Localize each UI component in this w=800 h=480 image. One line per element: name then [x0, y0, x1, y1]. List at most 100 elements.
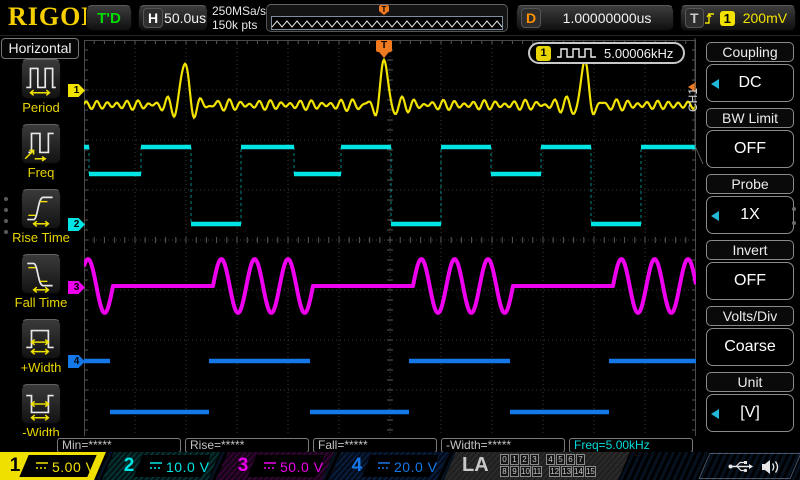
- trigger-position-marker[interactable]: T: [376, 40, 392, 52]
- menu-scroll-dot: [4, 219, 8, 223]
- channel-1-marker[interactable]: 1: [68, 84, 85, 97]
- invert-value: OFF: [734, 272, 766, 290]
- left-measure-menu: Horizontal Period F: [0, 36, 82, 452]
- coupling-value-button[interactable]: DC: [706, 64, 794, 102]
- delay-box[interactable]: D 1.00000000us: [516, 5, 674, 31]
- horizontal-timebase-box[interactable]: H 50.0us: [138, 5, 208, 31]
- channel-2-scale: 10.0 V: [166, 459, 209, 475]
- la-digit: 10: [520, 466, 531, 477]
- trigger-status-text: T'D: [97, 10, 121, 27]
- h-label: H: [143, 8, 163, 28]
- measurement-width: -Width=*****: [441, 438, 565, 453]
- left-triangle-icon: [711, 211, 719, 221]
- minus-width-button[interactable]: [21, 384, 61, 424]
- minus-width-icon: [22, 385, 60, 423]
- measurement-min: Min=*****: [57, 438, 181, 453]
- menu-tab-ch1: CH1: [686, 74, 700, 126]
- unit-value-button[interactable]: [V]: [706, 394, 794, 432]
- preview-wave-icon: [272, 18, 502, 30]
- la-digit: 3: [530, 454, 539, 465]
- left-triangle-icon: [711, 409, 719, 419]
- frequency-counter-badge: 1 5.00006kHz: [528, 42, 685, 64]
- usb-icon: [728, 460, 754, 473]
- measurement-fall: Fall=*****: [313, 438, 437, 453]
- menu-item-freq[interactable]: Freq: [0, 124, 82, 184]
- rise-time-button[interactable]: [21, 189, 61, 229]
- volts-div-label: Volts/Div: [706, 306, 794, 326]
- la-digit: 6: [566, 454, 575, 465]
- la-digit-grid: 01234567 89101112131415: [500, 454, 620, 478]
- bw-limit-group[interactable]: BW Limit OFF: [706, 108, 794, 168]
- trigger-settings-box[interactable]: T 1 200mV: [680, 5, 796, 31]
- channel-4-number: 4: [346, 455, 368, 477]
- measurement-rise: Rise=*****: [185, 438, 309, 453]
- waveform-canvas: [84, 40, 696, 440]
- freq-label: Freq: [0, 165, 82, 180]
- la-digit: 15: [585, 466, 596, 477]
- fall-time-button[interactable]: [21, 254, 61, 294]
- volts-div-value-button[interactable]: Coarse: [706, 328, 794, 366]
- period-label: Period: [0, 100, 82, 115]
- coupling-group[interactable]: Coupling DC: [706, 42, 794, 102]
- unit-value: [V]: [740, 404, 760, 422]
- plus-width-icon: [22, 320, 60, 358]
- bw-limit-label: BW Limit: [706, 108, 794, 128]
- freq-button[interactable]: [21, 124, 61, 164]
- volts-div-group[interactable]: Volts/Div Coarse: [706, 306, 794, 366]
- freq-counter-value: 5.00006kHz: [604, 46, 673, 61]
- menu-scroll-dot: [4, 208, 8, 212]
- channel-3-number: 3: [232, 455, 254, 477]
- timebase-value: 50.0us: [163, 10, 207, 26]
- trigger-status-indicator: T'D: [86, 5, 132, 31]
- bw-limit-value: OFF: [734, 140, 766, 158]
- menu-item-minus-width[interactable]: -Width: [0, 384, 82, 444]
- right-soft-menu: CH1 Coupling DC BW Limit OFF Probe 1X In…: [700, 36, 800, 452]
- probe-label: Probe: [706, 174, 794, 194]
- sound-icon: [760, 459, 782, 475]
- la-digit: 1: [510, 454, 519, 465]
- oscilloscope-screen: RIGOL T'D H 50.0us 250MSa/s 150k pts T D…: [0, 0, 800, 480]
- period-button[interactable]: [21, 59, 61, 99]
- unit-group[interactable]: Unit [V]: [706, 372, 794, 432]
- preview-trigger-marker[interactable]: T: [379, 5, 389, 15]
- volts-div-value: Coarse: [724, 338, 776, 356]
- channel-1-scale: 5.00 V: [52, 459, 95, 475]
- memory-depth: 150k pts: [212, 18, 266, 32]
- probe-group[interactable]: Probe 1X: [706, 174, 794, 234]
- menu-scroll-dot: [792, 207, 796, 211]
- fall-time-icon: [22, 255, 60, 293]
- la-digit: 4: [546, 454, 555, 465]
- invert-label: Invert: [706, 240, 794, 260]
- coupling-label: Coupling: [706, 42, 794, 62]
- sample-rate: 250MSa/s: [212, 4, 266, 18]
- invert-value-button[interactable]: OFF: [706, 262, 794, 300]
- left-menu-title: Horizontal: [1, 38, 79, 59]
- dc-coupling-icon: [150, 461, 162, 470]
- menu-scroll-dot: [4, 197, 8, 201]
- waveform-display: [84, 40, 696, 440]
- la-digit: 13: [561, 466, 572, 477]
- channel-4-scale: 20.0 V: [394, 459, 437, 475]
- channel-2-number: 2: [118, 455, 140, 477]
- dc-coupling-icon: [264, 461, 276, 470]
- bw-limit-value-button[interactable]: OFF: [706, 130, 794, 168]
- channel-3-marker[interactable]: 3: [68, 281, 85, 294]
- la-digit: 9: [510, 466, 519, 477]
- dc-coupling-icon: [378, 461, 390, 470]
- la-digit: 0: [500, 454, 509, 465]
- channel-4-marker[interactable]: 4: [68, 355, 85, 368]
- d-label: D: [521, 8, 541, 28]
- la-label: LA: [462, 454, 489, 477]
- menu-scroll-dot: [4, 230, 8, 234]
- menu-item-plus-width[interactable]: +Width: [0, 319, 82, 379]
- invert-group[interactable]: Invert OFF: [706, 240, 794, 300]
- rise-time-label: Rise Time: [0, 230, 82, 245]
- plus-width-button[interactable]: [21, 319, 61, 359]
- channel-2-marker[interactable]: 2: [68, 218, 85, 231]
- la-digit: 14: [573, 466, 584, 477]
- probe-value-button[interactable]: 1X: [706, 196, 794, 234]
- waveform-preview-strip[interactable]: T: [266, 4, 508, 32]
- rising-edge-icon: [704, 10, 716, 26]
- freq-icon: [22, 125, 60, 163]
- probe-value: 1X: [740, 206, 760, 224]
